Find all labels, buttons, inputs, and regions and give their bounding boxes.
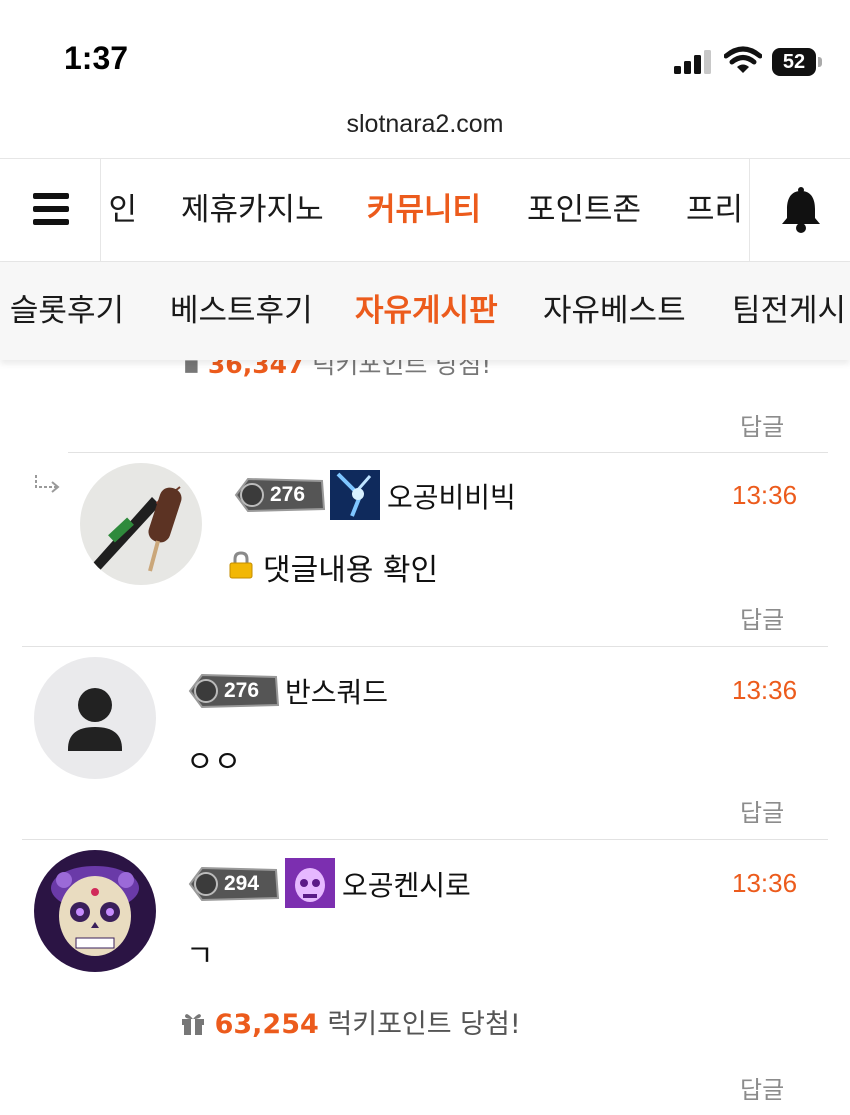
divider <box>68 452 828 453</box>
comment-time: 13:36 <box>732 480 798 510</box>
avatar[interactable] <box>34 850 156 972</box>
main-nav: 인 제휴카지노 커뮤니티 포인트존 프리 <box>0 158 850 262</box>
default-avatar-icon <box>34 657 156 779</box>
username[interactable]: 오공비비빅 <box>387 476 516 516</box>
username[interactable]: 오공켄시로 <box>342 864 471 904</box>
nav-item-partner-casino[interactable]: 제휴카지노 <box>181 159 324 261</box>
signal-icon <box>674 50 711 74</box>
avatar-image <box>34 850 156 972</box>
sub-nav: 슬롯후기 베스트후기 자유게시판 자유베스트 팀전게시 <box>0 262 850 360</box>
comment-text: 댓글내용 확인 <box>263 553 439 588</box>
level-number: 276 <box>224 679 260 702</box>
avatar[interactable] <box>34 657 156 779</box>
level-badge: 276 <box>234 477 326 513</box>
wifi-icon <box>724 46 762 73</box>
comment-time: 13:36 <box>732 675 798 705</box>
reply-button[interactable]: 답글 <box>740 600 784 635</box>
user-icon <box>285 858 335 908</box>
notification-button[interactable] <box>749 159 850 261</box>
hamburger-icon <box>33 219 69 225</box>
sub-item-team-board[interactable]: 팀전게시 <box>732 262 850 360</box>
reply-button[interactable]: 답글 <box>740 1070 784 1105</box>
sub-item-free-best[interactable]: 자유베스트 <box>543 262 686 360</box>
lucky-points: 63,254 럭키포인트 당첨! <box>180 1002 521 1041</box>
reply-button[interactable]: 답글 <box>740 793 784 828</box>
level-number: 276 <box>270 483 306 506</box>
sub-item-free-board[interactable]: 자유게시판 <box>355 262 498 360</box>
level-number: 294 <box>224 872 260 895</box>
reply-button[interactable]: 답글 <box>740 407 784 442</box>
nav-item-partial-left[interactable]: 인 <box>105 159 137 261</box>
username[interactable]: 반스쿼드 <box>285 671 388 711</box>
gift-icon <box>182 1014 204 1035</box>
nav-item-free[interactable]: 프리 <box>686 159 749 261</box>
lock-icon <box>229 551 253 579</box>
user-icon <box>330 470 380 520</box>
menu-button[interactable] <box>0 159 101 261</box>
level-badge: 294 <box>188 866 280 902</box>
nav-item-point-zone[interactable]: 포인트존 <box>527 159 641 261</box>
comment-time: 13:36 <box>732 868 798 898</box>
battery-level: 52 <box>782 51 806 73</box>
hamburger-icon <box>33 206 69 212</box>
clock: 1:37 <box>64 40 129 76</box>
avatar[interactable] <box>80 463 202 585</box>
battery-icon: 52 <box>772 48 824 76</box>
sub-item-best-review[interactable]: 베스트후기 <box>170 262 313 360</box>
nav-item-community[interactable]: 커뮤니티 <box>367 159 481 261</box>
bell-icon <box>782 187 820 233</box>
lucky-points-value: 63,254 <box>214 1009 319 1040</box>
divider <box>22 839 828 840</box>
avatar-image <box>80 463 202 585</box>
divider <box>22 646 828 647</box>
hamburger-icon <box>33 193 69 199</box>
level-badge: 276 <box>188 673 280 709</box>
comment-text: ㅇㅇ <box>186 745 242 780</box>
url-bar[interactable]: slotnara2.com <box>0 110 850 139</box>
status-bar: 1:37 52 <box>0 0 850 110</box>
reply-arrow-icon <box>35 475 60 493</box>
lucky-points-label: 럭키포인트 당첨! <box>327 1009 521 1040</box>
sub-item-slot-review[interactable]: 슬롯후기 <box>0 262 124 360</box>
nav-track: 인 제휴카지노 커뮤니티 포인트존 프리 <box>101 159 749 261</box>
comment-text: ㄱ <box>186 939 214 974</box>
